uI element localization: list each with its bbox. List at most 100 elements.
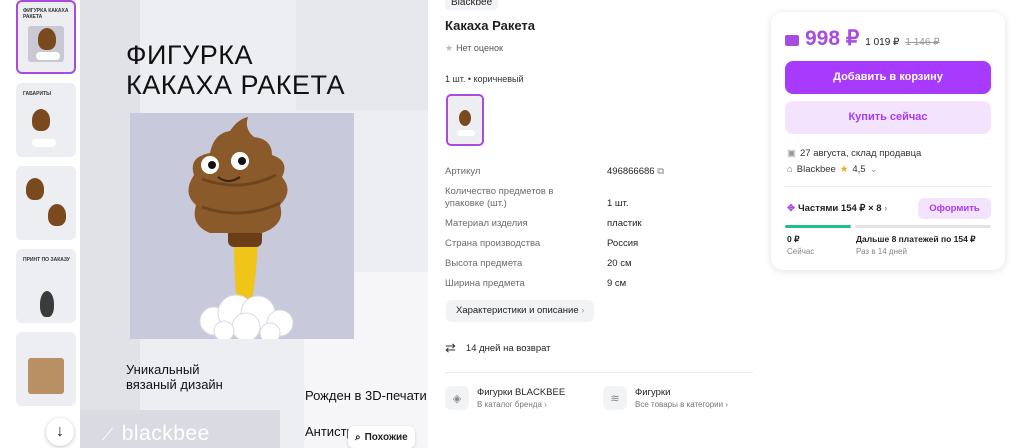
product-page: ФИГУРКА КАКАХА РАКЕТА ГАБАРИТЫ ПРИНТ ПО … [0, 0, 1024, 448]
specs-list: Артикул 496866686 ⧉ Количество предметов… [445, 166, 685, 298]
installment-icon: ✥ [787, 203, 795, 214]
installment-progress-paid [785, 225, 851, 228]
thumbnail-label: ФИГУРКА КАКАХА РАКЕТА [23, 8, 69, 20]
seller-rating: 4,5 [852, 164, 866, 175]
spec-row-country: Страна производства Россия [445, 238, 685, 250]
thumbnail-strip: ФИГУРКА КАКАХА РАКЕТА ГАБАРИТЫ ПРИНТ ПО … [14, 0, 78, 448]
category-link[interactable]: ≋ Фигурки Все товары в категории › [603, 386, 728, 410]
return-arrows-icon: ⇄ [445, 340, 456, 355]
brand-logo-text: blackbee [121, 422, 210, 445]
installment-later-label: Раз в 14 дней [856, 247, 907, 256]
category-sub-text: Все товары в категории [635, 399, 724, 409]
thumbnail-label: ГАБАРИТЫ [23, 91, 52, 97]
hero-antistress-text: Антистр [305, 424, 354, 439]
box-icon: ▣ [787, 148, 796, 159]
chevron-right-icon: › [581, 305, 585, 316]
variant-label: 1 шт. • коричневый [445, 74, 524, 84]
star-icon: ★ [445, 43, 454, 53]
logo-mark-icon: ⟋ [102, 427, 114, 444]
spec-value: 1 шт. [607, 198, 629, 209]
brand-badge[interactable]: Blackbee [445, 0, 499, 10]
variant-option-brown[interactable] [446, 94, 484, 146]
image-search-icon: ⌕ [355, 431, 361, 443]
thumbnail-5[interactable] [16, 332, 76, 406]
hero-tagline: Уникальный вязаный дизайн [126, 362, 223, 392]
spec-value: 9 см [607, 278, 627, 289]
spec-key: Количество предметов в упаковке (шт.) [445, 186, 554, 209]
chevron-down-icon: ⌄ [869, 164, 878, 175]
return-policy-text: 14 дней на возврат [465, 342, 551, 354]
installment-info[interactable]: ✥ Частями 154 ₽ × 8 › [787, 203, 887, 214]
thumbnail-figure [38, 28, 56, 50]
divider [445, 372, 753, 373]
brand-catalog-name: Фигурки BLACKBEE [477, 386, 566, 398]
product-hero-image[interactable]: ФИГУРКА КАКАХА РАКЕТА Уникальный вязаный… [80, 0, 428, 448]
characteristics-button[interactable]: Характеристики и описание › [446, 300, 595, 322]
thumbnail-4[interactable]: ПРИНТ ПО ЗАКАЗУ [16, 249, 76, 323]
spec-row-width: Ширина предмета 9 см [445, 278, 685, 290]
spec-key: Ширина предмета [445, 278, 525, 289]
similar-button-label: Похожие [364, 431, 408, 443]
price-without-wallet: 1 019 ₽ [865, 37, 900, 48]
spec-key: Высота предмета [445, 258, 523, 269]
spec-key: Артикул [445, 166, 481, 177]
delivery-info: ▣ 27 августа, склад продавца [787, 148, 921, 159]
figure-image [130, 113, 354, 344]
wallet-icon [785, 35, 799, 46]
brand-logo: ⟋ blackbee [102, 422, 210, 446]
installment-progress-remaining [855, 225, 991, 228]
product-title: Какаха Ракета [445, 18, 536, 33]
category-name: Фигурки [635, 386, 671, 398]
brand-catalog-sub-text: В каталог бренда [477, 399, 542, 409]
installment-now-amount: 0 ₽ [787, 234, 800, 244]
spec-key: Материал изделия [445, 218, 528, 229]
installment-now-label: Сейчас [787, 247, 815, 256]
rating-summary[interactable]: ★ Нет оценок [445, 43, 503, 54]
product-info: Blackbee Какаха Ракета ★ Нет оценок 1 шт.… [445, 0, 765, 448]
chevron-right-icon: › [884, 203, 888, 214]
hero-title-line-1: ФИГУРКА [126, 40, 253, 70]
seller-name: Blackbee [796, 164, 836, 175]
spec-row-article: Артикул 496866686 ⧉ [445, 166, 685, 178]
variant-figure [459, 110, 471, 126]
thumbnails-scroll-down-button[interactable]: ↓ [46, 418, 74, 446]
thumbnail-cloud [32, 139, 56, 147]
shop-icon: ⌂ [787, 164, 793, 175]
installment-label: Частями 154 ₽ × 8 [797, 203, 882, 214]
stack-icon: ≋ [603, 386, 627, 410]
thumbnail-vase [40, 291, 54, 317]
thumbnail-label: ПРИНТ ПО ЗАКАЗУ [23, 257, 70, 263]
thumbnail-1[interactable]: ФИГУРКА КАКАХА РАКЕТА [16, 0, 76, 74]
buy-card: 998 ₽ 1 019 ₽ 1 146 ₽ Добавить в корзину… [771, 12, 1005, 270]
installment-later-amount: Дальше 8 платежей по 154 ₽ [856, 234, 976, 244]
brand-catalog-sub: В каталог бренда › [477, 399, 547, 409]
copy-icon[interactable]: ⧉ [657, 166, 664, 177]
thumbnail-2[interactable]: ГАБАРИТЫ [16, 83, 76, 157]
rating-text: Нет оценок [456, 43, 503, 53]
similar-button[interactable]: ⌕ Похожие [348, 426, 415, 448]
spec-row-quantity: Количество предметов в упаковке (шт.) 1 … [445, 186, 685, 210]
thumbnail-3[interactable] [16, 166, 76, 240]
spec-row-height: Высота предмета 20 см [445, 258, 685, 270]
hero-title-line-2: КАКАХА РАКЕТА [126, 70, 346, 100]
spec-value: 496866686 ⧉ [607, 166, 664, 178]
divider [785, 186, 991, 187]
arrow-down-icon: ↓ [56, 423, 64, 440]
brand-catalog-link[interactable]: ◈ Фигурки BLACKBEE В каталог бренда › [445, 386, 565, 410]
order-installment-button[interactable]: Оформить [918, 198, 991, 219]
price-old: 1 146 ₽ [905, 37, 940, 48]
return-policy[interactable]: ⇄ 14 дней на возврат [445, 340, 551, 356]
tag-icon: ◈ [445, 386, 469, 410]
price-main: 998 ₽ [805, 27, 860, 50]
buy-now-button[interactable]: Купить сейчас [785, 101, 991, 134]
poop-rocket-figure [188, 117, 294, 344]
thumbnail-figure [32, 109, 50, 131]
price-row: 998 ₽ 1 019 ₽ 1 146 ₽ [785, 26, 940, 51]
spec-value: пластик [607, 218, 642, 229]
spec-key: Страна производства [445, 238, 541, 249]
variant-cloud [457, 130, 475, 136]
hero-printed-text: Рожден в 3D-печати [305, 388, 427, 403]
add-to-cart-button[interactable]: Добавить в корзину [785, 61, 991, 94]
spec-row-material: Материал изделия пластик [445, 218, 685, 230]
seller-info[interactable]: ⌂ Blackbee ★ 4,5 ⌄ [787, 164, 878, 175]
